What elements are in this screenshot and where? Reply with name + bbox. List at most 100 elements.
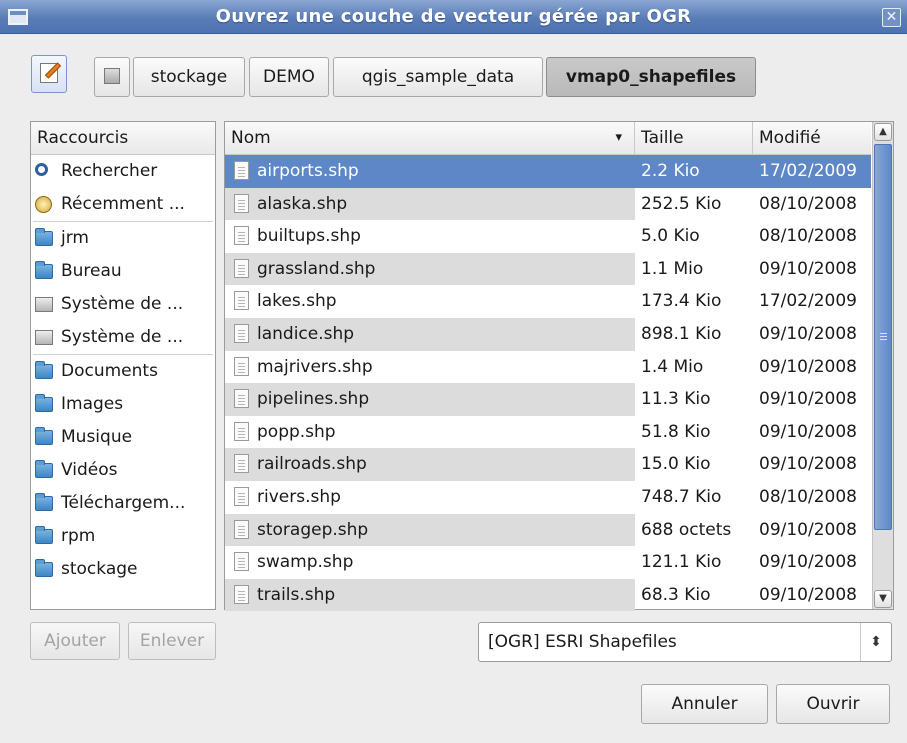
file-rows: airports.shp 2.2 Kio 17/02/2009 alaska.shp 2… [225, 155, 871, 612]
open-button[interactable]: Ouvrir [776, 684, 890, 724]
sidebar-item-label: Documents [61, 361, 158, 381]
scrollbar-thumb[interactable] [874, 144, 892, 530]
file-modified: 08/10/2008 [759, 226, 857, 247]
column-header-modified[interactable]: Modifié [753, 122, 871, 155]
table-row[interactable]: swamp.shp 121.1 Kio 09/10/2008 [225, 546, 871, 579]
crumb-vmap0-shapefiles[interactable]: vmap0_shapefiles [546, 57, 756, 97]
file-name-cell: rivers.shp [225, 481, 635, 514]
cancel-button[interactable]: Annuler [641, 684, 768, 724]
videos-folder-icon [35, 460, 53, 478]
file-name: pipelines.shp [257, 389, 370, 410]
file-name-cell: swamp.shp [225, 546, 635, 579]
file-modified: 09/10/2008 [759, 356, 857, 377]
sidebar-item-filesystem-1[interactable]: Système de ... [31, 288, 215, 321]
table-row[interactable]: popp.shp 51.8 Kio 09/10/2008 [225, 416, 871, 449]
file-name: alaska.shp [257, 193, 348, 214]
file-size: 51.8 Kio [641, 421, 711, 442]
crumb-demo[interactable]: DEMO [249, 57, 329, 97]
scroll-up-button[interactable]: ▲ [874, 123, 892, 141]
sidebar-item-images[interactable]: Images [31, 388, 215, 421]
file-modified: 09/10/2008 [759, 552, 857, 573]
table-row[interactable]: lakes.shp 173.4 Kio 17/02/2009 [225, 285, 871, 318]
drive-icon [104, 68, 120, 84]
file-name-cell: popp.shp [225, 416, 635, 449]
file-icon [234, 323, 249, 343]
file-icon [234, 421, 249, 441]
file-modified: 09/10/2008 [759, 323, 857, 344]
title-bar: Ouvrez une couche de vecteur gérée par O… [0, 0, 907, 34]
file-name: majrivers.shp [257, 356, 373, 377]
table-row[interactable]: railroads.shp 15.0 Kio 09/10/2008 [225, 448, 871, 481]
file-icon [234, 454, 249, 474]
file-name: airports.shp [257, 161, 359, 181]
table-row[interactable]: rivers.shp 748.7 Kio 08/10/2008 [225, 481, 871, 514]
file-list-header: Nom ▾ Taille Modifié [225, 122, 871, 155]
file-name: swamp.shp [257, 552, 354, 573]
crumb-qgis-sample-data[interactable]: qgis_sample_data [333, 57, 543, 97]
table-row[interactable]: alaska.shp 252.5 Kio 08/10/2008 [225, 187, 871, 221]
desktop-folder-icon [35, 261, 53, 279]
file-list: Nom ▾ Taille Modifié airports.shp 2.2 Kio… [224, 121, 894, 612]
column-header-name[interactable]: Nom ▾ [225, 122, 635, 155]
file-name-cell: railroads.shp [225, 448, 635, 481]
file-size: 1.1 Mio [641, 258, 704, 279]
table-row[interactable]: trails.shp 68.3 Kio 09/10/2008 [225, 578, 871, 612]
sidebar-item-rpm[interactable]: rpm [31, 520, 215, 553]
sidebar-item-documents[interactable]: Documents [31, 355, 215, 388]
file-size: 68.3 Kio [641, 584, 711, 605]
documents-folder-icon [35, 361, 53, 379]
file-size: 2.2 Kio [635, 155, 753, 188]
sidebar-item-bureau[interactable]: Bureau [31, 255, 215, 288]
file-icon [234, 193, 249, 213]
file-icon [234, 486, 249, 506]
file-type-select[interactable]: [OGR] ESRI Shapefiles ⬍ [478, 622, 892, 662]
column-header-size[interactable]: Taille [635, 122, 753, 155]
scroll-down-button[interactable]: ▼ [874, 590, 892, 608]
table-row[interactable]: builtups.shp 5.0 Kio 08/10/2008 [225, 220, 871, 253]
table-row[interactable]: grassland.shp 1.1 Mio 09/10/2008 [225, 252, 871, 286]
file-name-cell: trails.shp [225, 578, 635, 612]
sidebar-item-musique[interactable]: Musique [31, 421, 215, 454]
sidebar-item-filesystem-2[interactable]: Système de ... [31, 321, 215, 354]
file-name: grassland.shp [257, 258, 376, 279]
sidebar-item-telechargements[interactable]: Téléchargem... [31, 487, 215, 520]
sidebar-item-label: Images [61, 394, 124, 414]
file-size: 898.1 Kio [641, 323, 722, 344]
file-name-cell: storagep.shp [225, 513, 635, 547]
remove-shortcut-button[interactable]: Enlever [128, 622, 216, 660]
sidebar-item-label: Système de ... [61, 294, 184, 314]
grip-icon [880, 333, 887, 334]
shortcuts-header[interactable]: Raccourcis [31, 122, 215, 155]
table-row[interactable]: landice.shp 898.1 Kio 09/10/2008 [225, 317, 871, 351]
table-row[interactable]: majrivers.shp 1.4 Mio 09/10/2008 [225, 351, 871, 384]
vertical-scrollbar[interactable]: ▲ ▼ [872, 122, 893, 609]
sidebar-item-label: Récemment ... [61, 194, 185, 214]
crumb-root-button[interactable] [94, 57, 130, 97]
table-row[interactable]: airports.shp 2.2 Kio 17/02/2009 [225, 155, 871, 188]
recent-icon [35, 196, 52, 213]
table-row[interactable]: storagep.shp 688 octets 09/10/2008 [225, 513, 871, 547]
edit-location-button[interactable] [31, 55, 67, 93]
file-modified: 09/10/2008 [759, 454, 857, 475]
sidebar-item-label: Système de ... [61, 327, 184, 347]
file-size: 748.7 Kio [641, 486, 722, 507]
window-title: Ouvrez une couche de vecteur gérée par O… [215, 6, 692, 27]
close-icon[interactable]: ✕ [882, 8, 901, 27]
file-icon [234, 584, 249, 604]
file-modified: 09/10/2008 [759, 258, 857, 279]
sidebar-item-search[interactable]: Rechercher [31, 155, 215, 188]
file-name: rivers.shp [257, 486, 341, 507]
add-shortcut-button[interactable]: Ajouter [30, 622, 120, 660]
folder-icon [35, 559, 53, 577]
sidebar-item-jrm[interactable]: jrm [31, 222, 215, 255]
file-modified: 17/02/2009 [753, 155, 871, 188]
sidebar-item-recent[interactable]: Récemment ... [31, 188, 215, 221]
home-folder-icon [35, 228, 53, 246]
crumb-stockage[interactable]: stockage [133, 57, 245, 97]
sidebar-item-stockage[interactable]: stockage [31, 553, 215, 586]
sidebar-item-videos[interactable]: Vidéos [31, 454, 215, 487]
sidebar-item-label: Téléchargem... [61, 493, 186, 513]
file-icon [234, 258, 249, 278]
table-row[interactable]: pipelines.shp 11.3 Kio 09/10/2008 [225, 383, 871, 416]
file-name: builtups.shp [257, 226, 361, 247]
